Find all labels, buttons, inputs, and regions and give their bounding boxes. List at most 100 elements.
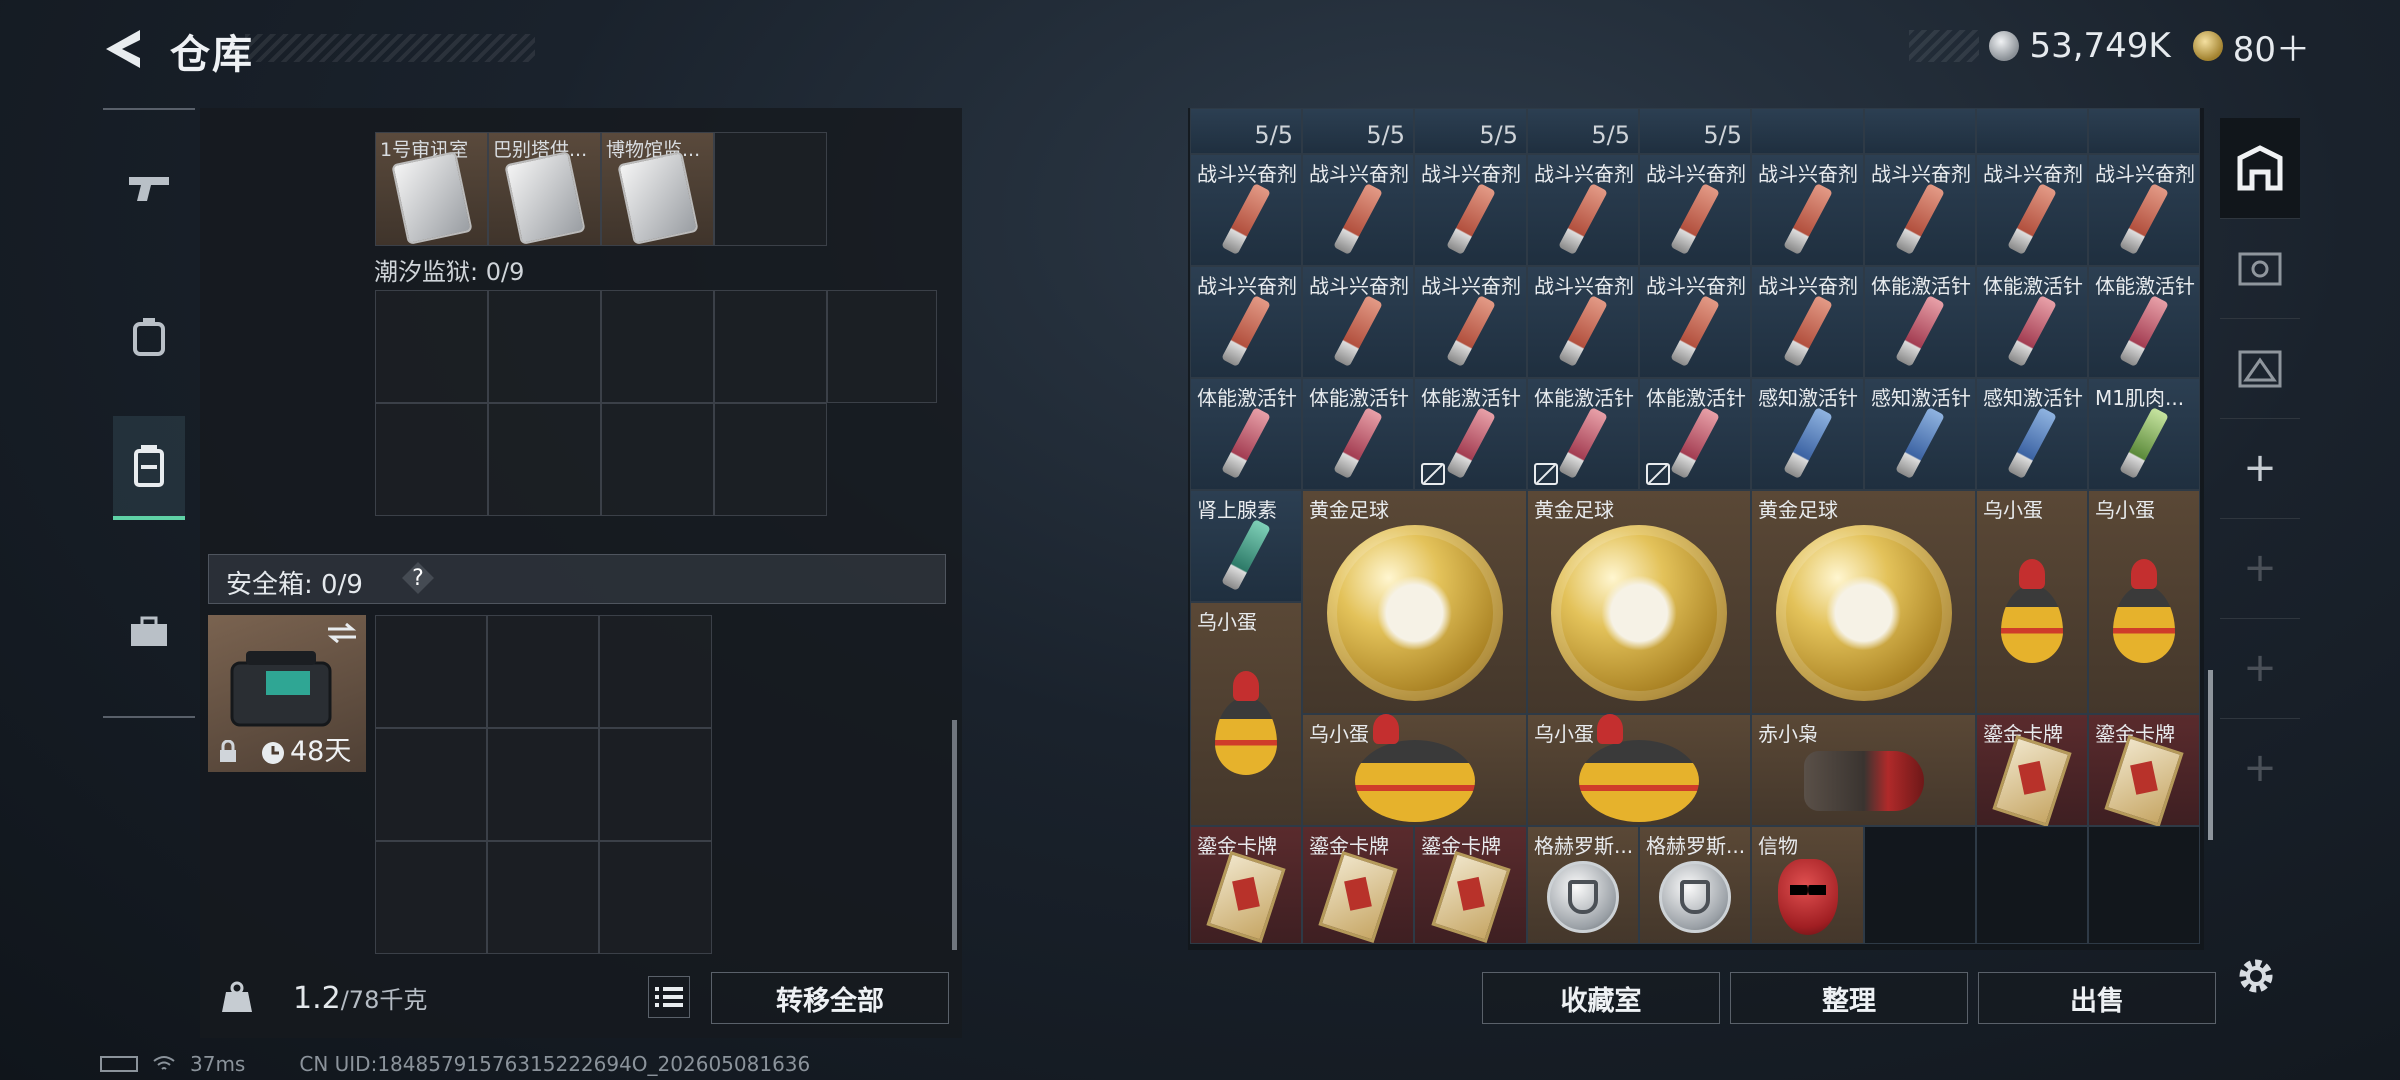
medal-item[interactable]: 格赫罗斯... bbox=[1527, 826, 1639, 944]
safebox-item[interactable]: 48天 bbox=[208, 615, 366, 772]
empty-slot[interactable] bbox=[487, 615, 599, 728]
item-slot[interactable]: 1号审讯室 bbox=[375, 132, 488, 246]
card-item[interactable]: 鎏金卡牌 bbox=[2088, 714, 2200, 828]
stim-item[interactable]: 体能激活针 bbox=[1414, 378, 1527, 490]
stim-item[interactable]: 体能激活针 bbox=[1976, 266, 2088, 378]
stim-item[interactable]: 肾上腺素 bbox=[1190, 490, 1302, 602]
item-slot[interactable] bbox=[1751, 108, 1864, 154]
empty-slot[interactable] bbox=[1864, 826, 1976, 944]
item-slot[interactable]: 5/5 bbox=[1302, 108, 1414, 154]
warehouse-scrollbar[interactable] bbox=[2208, 670, 2213, 840]
stim-item[interactable]: 体能激活针 bbox=[1864, 266, 1976, 378]
egg-item[interactable]: 乌小蛋 bbox=[1190, 602, 1302, 826]
empty-slot[interactable] bbox=[487, 841, 599, 954]
egg-item[interactable]: 乌小蛋 bbox=[1527, 714, 1751, 826]
stim-item[interactable]: 战斗兴奋剂 bbox=[1527, 266, 1639, 378]
item-slot[interactable]: 博物馆监... bbox=[601, 132, 714, 246]
empty-slot[interactable] bbox=[599, 615, 712, 728]
empty-slot[interactable] bbox=[1976, 826, 2088, 944]
stim-item[interactable]: 战斗兴奋剂 bbox=[1864, 154, 1976, 266]
transfer-all-button[interactable]: 转移全部 bbox=[711, 972, 949, 1024]
empty-slot[interactable] bbox=[714, 132, 827, 246]
stim-item[interactable]: 体能激活针 bbox=[1190, 378, 1302, 490]
empty-slot[interactable] bbox=[601, 290, 714, 403]
collection-room-button[interactable]: 收藏室 bbox=[1482, 972, 1720, 1024]
back-button[interactable] bbox=[100, 28, 150, 70]
empty-slot[interactable] bbox=[375, 403, 488, 516]
item-slot[interactable]: 巴别塔供... bbox=[488, 132, 601, 246]
egg-item[interactable]: 乌小蛋 bbox=[1976, 490, 2088, 714]
stim-item[interactable]: 感知激活针 bbox=[1864, 378, 1976, 490]
item-slot[interactable]: 5/5 bbox=[1190, 108, 1302, 154]
item-slot[interactable] bbox=[1976, 108, 2088, 154]
card-item[interactable]: 鎏金卡牌 bbox=[1302, 826, 1414, 944]
warehouse-tab[interactable] bbox=[2220, 118, 2300, 219]
stim-item[interactable]: 体能激活针 bbox=[1527, 378, 1639, 490]
stim-item[interactable]: 战斗兴奋剂 bbox=[1414, 266, 1527, 378]
sort-button[interactable]: 整理 bbox=[1730, 972, 1968, 1024]
item-slot[interactable]: 5/5 bbox=[1527, 108, 1639, 154]
gold-ball-item[interactable]: 黄金足球 bbox=[1527, 490, 1751, 714]
empty-slot[interactable] bbox=[827, 290, 937, 403]
stim-item[interactable]: 战斗兴奋剂 bbox=[1751, 266, 1864, 378]
gold-ball-item[interactable]: 黄金足球 bbox=[1302, 490, 1527, 714]
token-item[interactable]: 信物 bbox=[1751, 826, 1864, 944]
empty-slot[interactable] bbox=[487, 728, 599, 841]
swap-icon[interactable] bbox=[326, 623, 358, 643]
empty-slot[interactable] bbox=[2088, 826, 2200, 944]
egg-item[interactable]: 乌小蛋 bbox=[2088, 490, 2200, 714]
stim-item[interactable]: 感知激活针 bbox=[1976, 378, 2088, 490]
empty-slot[interactable] bbox=[488, 290, 601, 403]
add-storage-tab[interactable]: + bbox=[2220, 418, 2300, 519]
empty-slot[interactable] bbox=[375, 728, 487, 841]
item-slot[interactable]: 5/5 bbox=[1414, 108, 1527, 154]
stim-item[interactable]: 战斗兴奋剂 bbox=[1302, 154, 1414, 266]
list-view-button[interactable] bbox=[648, 976, 690, 1018]
empty-slot[interactable] bbox=[714, 403, 827, 516]
stim-item[interactable]: 战斗兴奋剂 bbox=[1976, 154, 2088, 266]
gold-ball-item[interactable]: 黄金足球 bbox=[1751, 490, 1976, 714]
settings-button[interactable] bbox=[2232, 952, 2280, 1000]
nav-armor-tab[interactable] bbox=[113, 286, 185, 386]
stim-item[interactable]: 体能激活针 bbox=[1302, 378, 1414, 490]
empty-slot[interactable] bbox=[488, 403, 601, 516]
stim-item[interactable]: 战斗兴奋剂 bbox=[1414, 154, 1527, 266]
nav-toolbox-tab[interactable] bbox=[113, 582, 185, 682]
stim-item[interactable]: 体能激活针 bbox=[2088, 266, 2200, 378]
empty-slot[interactable] bbox=[375, 615, 487, 728]
stim-item[interactable]: M1肌肉... bbox=[2088, 378, 2200, 490]
empty-slot[interactable] bbox=[599, 841, 712, 954]
item-slot[interactable] bbox=[2088, 108, 2200, 154]
stim-item[interactable]: 感知激活针 bbox=[1751, 378, 1864, 490]
stim-item[interactable]: 战斗兴奋剂 bbox=[1527, 154, 1639, 266]
owl-item[interactable]: 赤小枭 bbox=[1751, 714, 1976, 826]
nav-storage-tab[interactable] bbox=[113, 416, 185, 520]
empty-slot[interactable] bbox=[599, 728, 712, 841]
empty-slot[interactable] bbox=[375, 290, 488, 403]
empty-slot[interactable] bbox=[714, 290, 827, 403]
stim-item[interactable]: 战斗兴奋剂 bbox=[2088, 154, 2200, 266]
stim-item[interactable]: 战斗兴奋剂 bbox=[1639, 266, 1751, 378]
left-scrollbar[interactable] bbox=[952, 720, 957, 950]
empty-slot[interactable] bbox=[601, 403, 714, 516]
stim-item[interactable]: 战斗兴奋剂 bbox=[1190, 266, 1302, 378]
empty-slot[interactable] bbox=[375, 841, 487, 954]
card-item[interactable]: 鎏金卡牌 bbox=[1414, 826, 1527, 944]
sell-button[interactable]: 出售 bbox=[1978, 972, 2216, 1024]
medal-item[interactable]: 格赫罗斯... bbox=[1639, 826, 1751, 944]
item-slot[interactable]: 5/5 bbox=[1639, 108, 1751, 154]
stim-item[interactable]: 战斗兴奋剂 bbox=[1190, 154, 1302, 266]
stim-item[interactable]: 战斗兴奋剂 bbox=[1639, 154, 1751, 266]
stim-item[interactable]: 战斗兴奋剂 bbox=[1751, 154, 1864, 266]
nav-weapons-tab[interactable] bbox=[113, 138, 185, 238]
gold-currency-value[interactable]: 80＋ bbox=[2233, 22, 2310, 71]
card-item[interactable]: 鎏金卡牌 bbox=[1976, 714, 2088, 828]
egg-item[interactable]: 乌小蛋 bbox=[1302, 714, 1527, 826]
weight-value: 1.2 bbox=[293, 981, 341, 1016]
stim-item[interactable]: 战斗兴奋剂 bbox=[1302, 266, 1414, 378]
item-slot[interactable] bbox=[1864, 108, 1976, 154]
storage-tab-2[interactable] bbox=[2220, 218, 2300, 319]
card-item[interactable]: 鎏金卡牌 bbox=[1190, 826, 1302, 944]
storage-tab-3[interactable] bbox=[2220, 318, 2300, 419]
stim-item[interactable]: 体能激活针 bbox=[1639, 378, 1751, 490]
